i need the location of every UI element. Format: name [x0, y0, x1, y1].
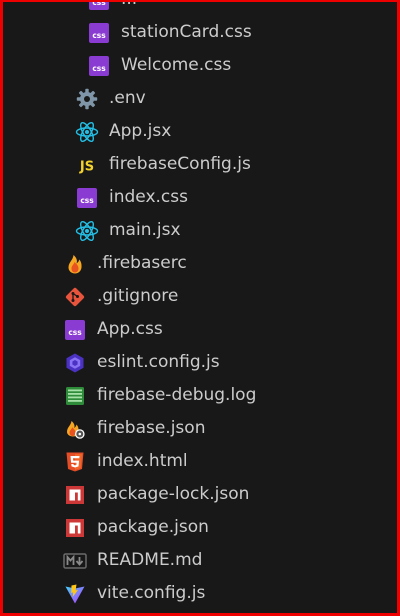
svg-text:JS: JS: [79, 159, 94, 174]
file-tree-item[interactable]: App.jsx: [3, 115, 397, 148]
file-tree-item[interactable]: package.json: [3, 511, 397, 544]
javascript-icon: JS: [75, 153, 99, 177]
file-tree-item-label: App.css: [97, 319, 163, 339]
css-file-icon: css: [87, 2, 111, 12]
svg-text:css: css: [92, 64, 106, 73]
file-tree-item-label: main.jsx: [109, 220, 181, 240]
file-tree-item[interactable]: eslint.config.js: [3, 346, 397, 379]
html5-icon: [63, 450, 87, 474]
file-tree-item[interactable]: firebase.json: [3, 412, 397, 445]
eslint-icon: [63, 351, 87, 375]
file-tree-item-label: index.html: [97, 451, 188, 471]
file-tree-item[interactable]: package-lock.json: [3, 478, 397, 511]
svg-text:css: css: [92, 2, 106, 7]
file-tree-item-label: .gitignore: [97, 286, 179, 306]
file-tree-item[interactable]: index.html: [3, 445, 397, 478]
file-tree-item[interactable]: vite.config.js: [3, 577, 397, 610]
css-file-icon: css: [75, 186, 99, 210]
gear-icon: [75, 87, 99, 111]
markdown-icon: [63, 549, 87, 573]
file-tree-item-label: App.jsx: [109, 121, 172, 141]
file-tree: css ... css stationCard.css css Welcome.…: [3, 2, 397, 610]
file-tree-item[interactable]: css Welcome.css: [3, 49, 397, 82]
file-tree-item[interactable]: css App.css: [3, 313, 397, 346]
svg-text:css: css: [92, 31, 106, 40]
file-tree-item-label: README.md: [97, 550, 203, 570]
file-tree-item-label: package.json: [97, 517, 209, 537]
file-tree-item[interactable]: .env: [3, 82, 397, 115]
file-tree-item-label: stationCard.css: [121, 22, 252, 42]
svg-text:css: css: [80, 196, 94, 205]
vite-icon: [63, 582, 87, 606]
file-tree-item-label: Welcome.css: [121, 55, 232, 75]
file-explorer-panel: css ... css stationCard.css css Welcome.…: [3, 2, 397, 613]
firebase-flame-icon: [63, 252, 87, 276]
file-tree-item-label: .firebaserc: [97, 253, 187, 273]
log-file-icon: [63, 384, 87, 408]
git-icon: [63, 285, 87, 309]
css-file-icon: css: [87, 54, 111, 78]
file-tree-item[interactable]: css ...: [3, 2, 397, 16]
npm-icon: [63, 483, 87, 507]
file-tree-item[interactable]: README.md: [3, 544, 397, 577]
file-tree-item-label: package-lock.json: [97, 484, 250, 504]
file-tree-item-label: ...: [121, 2, 137, 8]
css-file-icon: css: [87, 21, 111, 45]
file-tree-item-label: eslint.config.js: [97, 352, 220, 372]
firebase-json-icon: [63, 417, 87, 441]
file-tree-item[interactable]: .gitignore: [3, 280, 397, 313]
file-tree-item-label: firebase.json: [97, 418, 206, 438]
file-tree-item[interactable]: JS firebaseConfig.js: [3, 148, 397, 181]
file-tree-item-label: index.css: [109, 187, 188, 207]
file-tree-item-label: firebase-debug.log: [97, 385, 257, 405]
file-tree-item[interactable]: css index.css: [3, 181, 397, 214]
react-icon: [75, 120, 99, 144]
file-tree-item[interactable]: .firebaserc: [3, 247, 397, 280]
file-tree-item[interactable]: main.jsx: [3, 214, 397, 247]
file-tree-item-label: .env: [109, 88, 146, 108]
file-tree-item-label: vite.config.js: [97, 583, 206, 603]
npm-icon: [63, 516, 87, 540]
file-tree-item[interactable]: css stationCard.css: [3, 16, 397, 49]
file-tree-item-label: firebaseConfig.js: [109, 154, 251, 174]
css-file-icon: css: [63, 318, 87, 342]
react-icon: [75, 219, 99, 243]
file-tree-item[interactable]: firebase-debug.log: [3, 379, 397, 412]
svg-text:css: css: [68, 328, 82, 337]
